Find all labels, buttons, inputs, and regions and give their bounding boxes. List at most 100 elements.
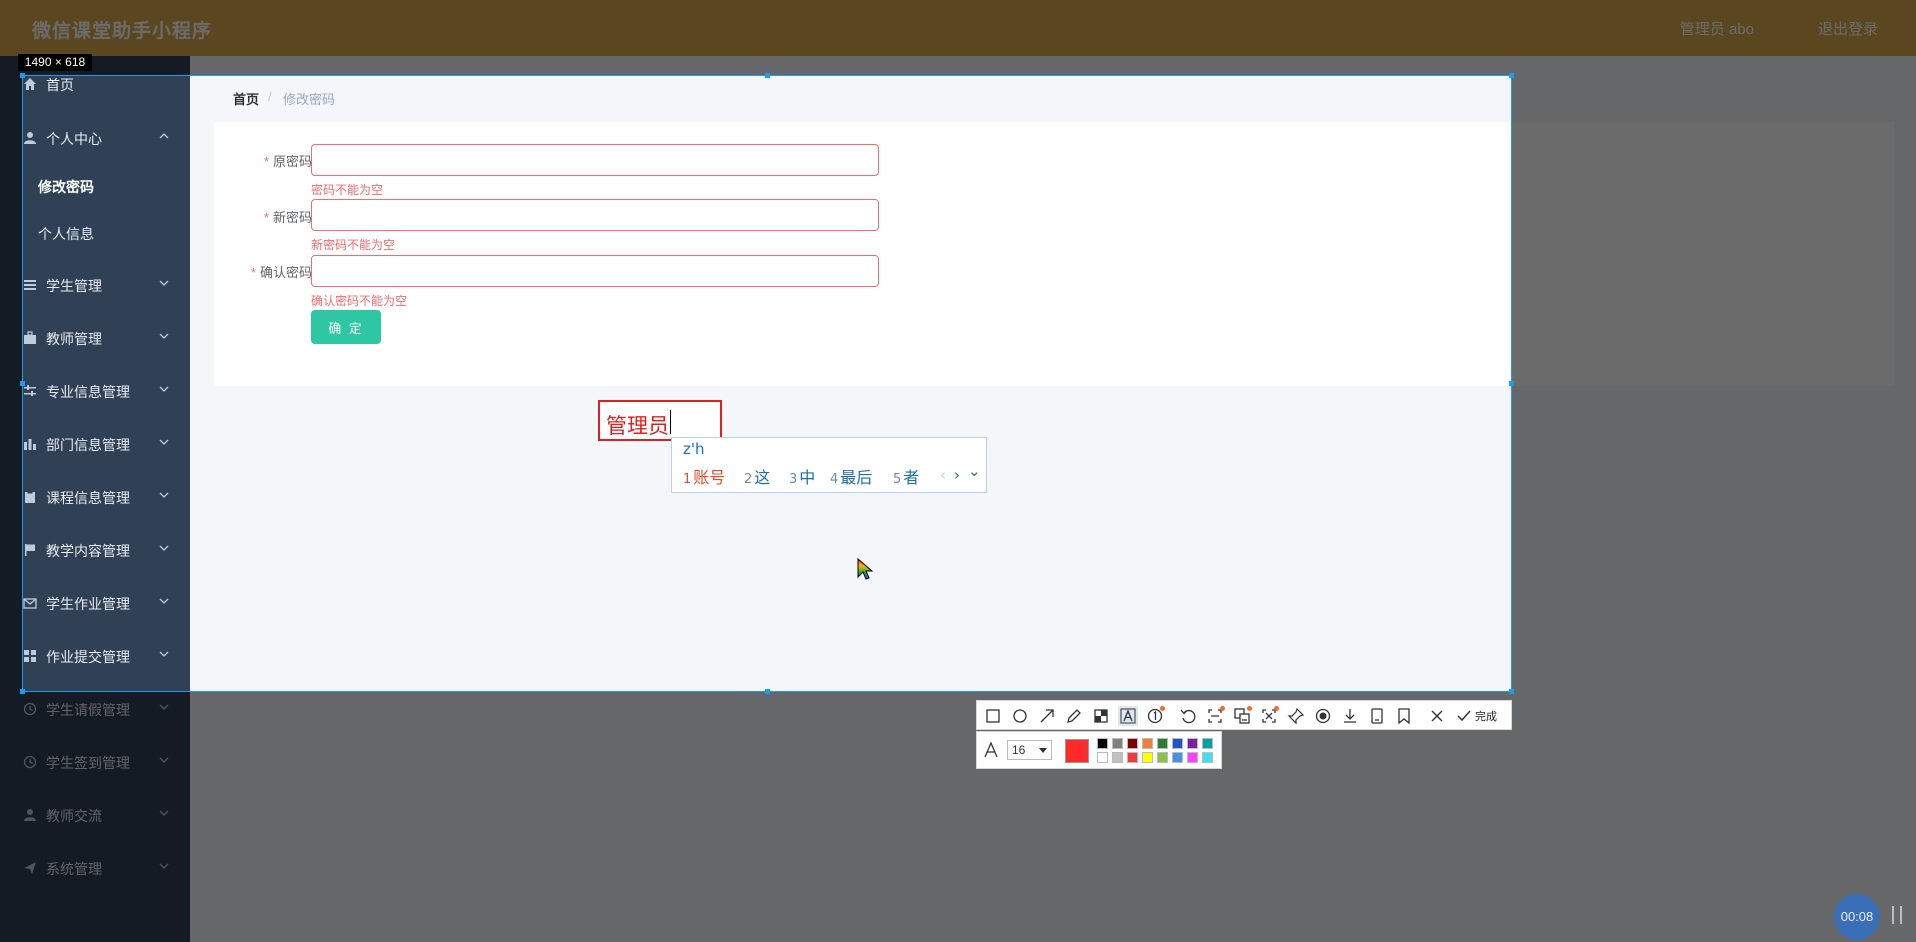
new-password-input[interactable] (311, 199, 879, 231)
sidebar-item-department-management[interactable]: 部门信息管理 (0, 424, 190, 464)
sidebar-item-checkin-management[interactable]: 学生签到管理 (0, 742, 190, 782)
done-button[interactable] (1454, 706, 1474, 726)
color-swatch[interactable] (1097, 738, 1108, 749)
sidebar-subitem-change-password[interactable]: 修改密码 (0, 166, 190, 206)
sidebar-item-major-management[interactable]: 专业信息管理 (0, 371, 190, 411)
clock-icon (23, 755, 37, 769)
number-marker-tool[interactable] (1145, 706, 1165, 726)
text-tool[interactable] (1118, 706, 1138, 726)
resize-handle-nw[interactable] (20, 73, 25, 78)
ime-expand[interactable]: ⌄ (968, 462, 981, 480)
annotation-text: 管理员 (606, 415, 669, 438)
cancel-button[interactable] (1427, 706, 1447, 726)
briefcase-icon (24, 331, 36, 344)
color-swatch[interactable] (1112, 738, 1123, 749)
send-icon (24, 862, 36, 874)
resize-handle-n[interactable] (765, 73, 770, 78)
resize-handle-e[interactable] (1509, 381, 1514, 386)
logout-link[interactable]: 退出登录 (1818, 18, 1878, 39)
ime-candidate-1[interactable]: 1 账号 (683, 464, 725, 488)
sidebar-item-label: 教师交流 (46, 808, 102, 824)
color-swatch[interactable] (1202, 752, 1213, 763)
sidebar-item-teaching-content-management[interactable]: 教学内容管理 (0, 530, 190, 570)
confirm-password-input[interactable] (311, 255, 879, 287)
mosaic-tool[interactable] (1091, 706, 1111, 726)
scroll-capture-tool[interactable] (1259, 706, 1279, 726)
recording-timer[interactable]: 00:08 (1834, 894, 1880, 940)
confirm-button[interactable]: 确 定 (311, 310, 381, 344)
ime-candidate-5[interactable]: 5者 (893, 464, 919, 488)
ime-candidate-window: z'h 1 账号 2这 3中 4 最后 5者 ‹ › ⌄ (671, 437, 987, 493)
breadcrumb-home[interactable]: 首页 (233, 89, 259, 108)
ime-next-page[interactable]: › (954, 466, 960, 484)
sidebar-item-label: 教师管理 (46, 331, 102, 347)
download-button[interactable] (1340, 706, 1360, 726)
color-swatch[interactable] (1187, 738, 1198, 749)
sidebar-item-submission-management[interactable]: 作业提交管理 (0, 636, 190, 676)
home-icon (24, 78, 36, 90)
color-swatch[interactable] (1157, 738, 1168, 749)
resize-handle-s[interactable] (765, 689, 770, 694)
old-password-error: 密码不能为空 (311, 183, 384, 197)
list-icon (24, 280, 36, 290)
resize-handle-se[interactable] (1509, 689, 1514, 694)
font-size-select[interactable]: 16 (1007, 740, 1052, 760)
translate-tool[interactable] (1232, 706, 1252, 726)
text-annotation-box[interactable]: 管理员 (598, 400, 722, 441)
ime-candidate-3[interactable]: 3中 (789, 464, 815, 488)
sidebar-item-label: 个人中心 (46, 131, 102, 147)
sidebar-item-teacher-exchange[interactable]: 教师交流 (0, 795, 190, 835)
old-password-input[interactable] (311, 144, 879, 176)
sidebar-item-homework-management[interactable]: 学生作业管理 (0, 583, 190, 623)
sidebar-item-label: 首页 (46, 77, 74, 93)
color-swatch[interactable] (1157, 752, 1168, 763)
undo-icon (1180, 709, 1196, 724)
color-swatch[interactable] (1172, 738, 1183, 749)
sidebar-subitem-personal-info[interactable]: 个人信息 (0, 213, 190, 253)
chevron-down-icon (159, 810, 169, 816)
color-swatch[interactable] (1142, 738, 1153, 749)
arrow-tool[interactable] (1037, 706, 1057, 726)
ellipse-tool[interactable] (1010, 706, 1030, 726)
pencil-tool[interactable] (1064, 706, 1084, 726)
color-swatch[interactable] (1142, 752, 1153, 763)
resize-handle-sw[interactable] (20, 689, 25, 694)
color-swatch[interactable] (1202, 738, 1213, 749)
undo-button[interactable] (1178, 706, 1198, 726)
sidebar-item-teacher-management[interactable]: 教师管理 (0, 318, 190, 358)
ocr-tool[interactable] (1205, 706, 1225, 726)
ime-candidate-2[interactable]: 2这 (744, 464, 770, 488)
change-password-form: * 原密码 密码不能为空 * 新密码 新密码不能为空 * 确认密码 确认密码不能为空 … (214, 122, 1894, 386)
pause-icon[interactable] (1890, 906, 1904, 924)
color-swatch[interactable] (1127, 738, 1138, 749)
color-swatch[interactable] (1172, 752, 1183, 763)
color-swatch[interactable] (1112, 752, 1123, 763)
rectangle-tool[interactable] (983, 706, 1003, 726)
bookmark-icon (1398, 708, 1410, 725)
sidebar-item-leave-management[interactable]: 学生请假管理 (0, 689, 190, 729)
color-swatch[interactable] (1127, 752, 1138, 763)
color-swatch[interactable] (1097, 752, 1108, 763)
ime-prev-page[interactable]: ‹ (940, 466, 946, 484)
sidebar-item-student-management[interactable]: 学生管理 (0, 265, 190, 305)
sidebar-item-label: 学生签到管理 (46, 755, 130, 771)
dim-overlay-bottom (0, 692, 1916, 942)
chevron-down-icon (159, 545, 169, 551)
color-swatch[interactable] (1187, 752, 1198, 763)
chevron-down-icon (159, 863, 169, 869)
sidebar-item-personal-center[interactable]: 个人中心 (0, 118, 190, 158)
pin-tool[interactable] (1286, 706, 1306, 726)
save-device-button[interactable] (1367, 706, 1387, 726)
record-tool[interactable] (1313, 706, 1333, 726)
current-color-swatch[interactable] (1065, 739, 1089, 763)
ime-candidate-4[interactable]: 4 最后 (830, 464, 872, 488)
bookmark-button[interactable] (1394, 706, 1414, 726)
resize-handle-ne[interactable] (1509, 73, 1514, 78)
sidebar-item-course-management[interactable]: 课程信息管理 (0, 477, 190, 517)
text-caret (670, 410, 671, 434)
done-label[interactable]: 完成 (1475, 708, 1497, 724)
breadcrumb-current: 修改密码 (283, 92, 336, 107)
clipboard-icon (25, 491, 35, 503)
resize-handle-w[interactable] (20, 381, 25, 386)
sidebar-item-system-management[interactable]: 系统管理 (0, 848, 190, 888)
